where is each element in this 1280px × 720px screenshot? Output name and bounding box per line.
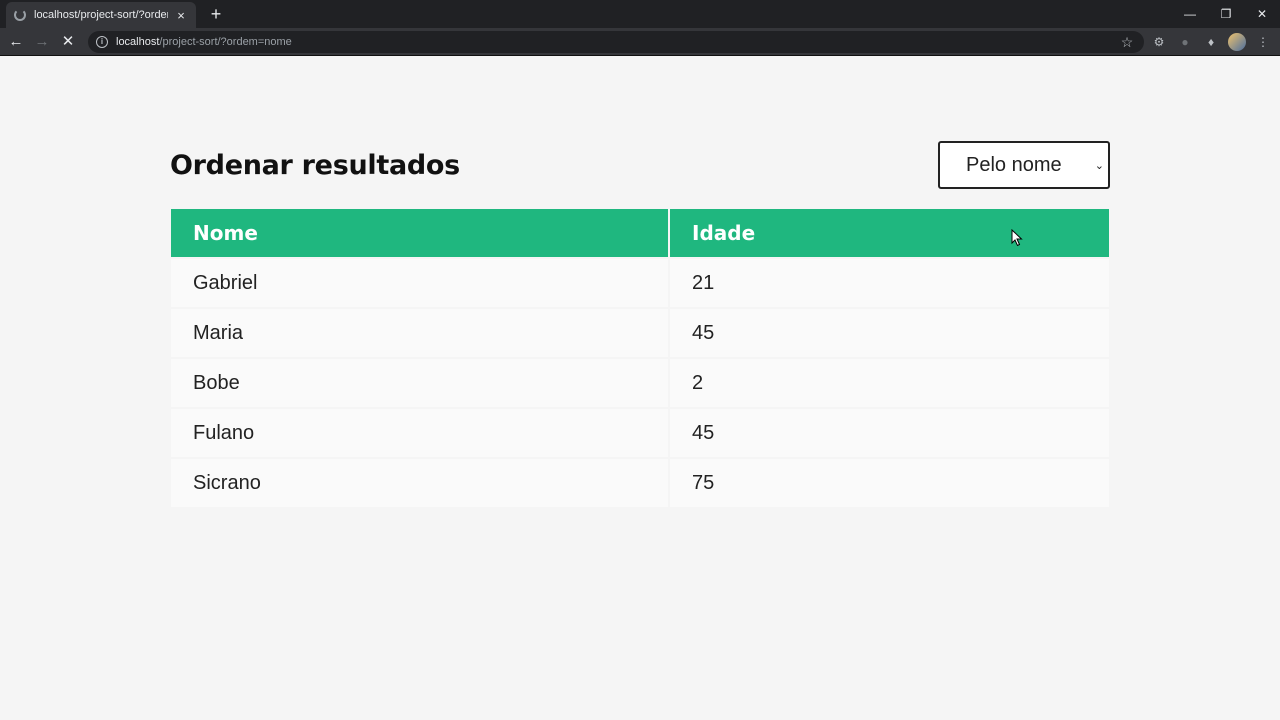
forward-arrow-icon[interactable]: → bbox=[32, 32, 52, 52]
table-row: Bobe 2 bbox=[171, 359, 1109, 407]
extensions-area: ⚙ ● ♦ ⋮ bbox=[1150, 32, 1272, 52]
cell-nome: Fulano bbox=[171, 409, 668, 457]
extension-icon[interactable]: ● bbox=[1176, 33, 1194, 51]
column-header-nome[interactable]: Nome bbox=[171, 209, 668, 257]
header-row: Ordenar resultados Pelo nome ⌄ bbox=[170, 141, 1110, 189]
table-row: Sicrano 75 bbox=[171, 459, 1109, 507]
star-icon[interactable]: ☆ bbox=[1118, 34, 1136, 51]
cell-nome: Sicrano bbox=[171, 459, 668, 507]
gear-icon[interactable]: ⚙ bbox=[1150, 33, 1168, 51]
stop-icon[interactable]: ✕ bbox=[58, 32, 78, 52]
table-row: Gabriel 21 bbox=[171, 259, 1109, 307]
chevron-down-icon: ⌄ bbox=[1094, 159, 1104, 172]
results-table: Nome Idade Gabriel 21 Maria 45 Bobe 2 Fu… bbox=[169, 207, 1111, 509]
browser-toolbar: ← → ✕ i localhost/project-sort/?ordem=no… bbox=[0, 28, 1280, 56]
table-row: Maria 45 bbox=[171, 309, 1109, 357]
window-controls: — ❐ ✕ bbox=[1172, 0, 1280, 28]
page-viewport: Ordenar resultados Pelo nome ⌄ Nome Idad… bbox=[0, 57, 1280, 720]
puzzle-icon[interactable]: ♦ bbox=[1202, 33, 1220, 51]
sort-select[interactable]: Pelo nome ⌄ bbox=[938, 141, 1110, 189]
menu-icon[interactable]: ⋮ bbox=[1254, 33, 1272, 51]
cell-idade: 45 bbox=[670, 409, 1109, 457]
mouse-cursor-icon bbox=[1011, 229, 1023, 247]
tab-title: localhost/project-sort/?ordem=n bbox=[34, 9, 168, 21]
content-container: Ordenar resultados Pelo nome ⌄ Nome Idad… bbox=[170, 141, 1110, 509]
page-title: Ordenar resultados bbox=[170, 149, 460, 181]
minimize-icon[interactable]: — bbox=[1172, 0, 1208, 28]
cell-idade: 21 bbox=[670, 259, 1109, 307]
cell-nome: Bobe bbox=[171, 359, 668, 407]
sort-select-value: Pelo nome bbox=[966, 153, 1062, 176]
browser-tab-bar: localhost/project-sort/?ordem=n × + — ❐ … bbox=[0, 0, 1280, 28]
avatar[interactable] bbox=[1228, 33, 1246, 51]
cell-idade: 45 bbox=[670, 309, 1109, 357]
column-header-idade[interactable]: Idade bbox=[670, 209, 1109, 257]
info-icon[interactable]: i bbox=[96, 36, 108, 48]
cell-idade: 2 bbox=[670, 359, 1109, 407]
loading-spinner-icon bbox=[14, 9, 26, 21]
browser-tab[interactable]: localhost/project-sort/?ordem=n × bbox=[6, 2, 196, 28]
back-arrow-icon[interactable]: ← bbox=[6, 32, 26, 52]
table-row: Fulano 45 bbox=[171, 409, 1109, 457]
new-tab-button[interactable]: + bbox=[206, 4, 226, 24]
table-header-row: Nome Idade bbox=[171, 209, 1109, 257]
cell-nome: Maria bbox=[171, 309, 668, 357]
cell-nome: Gabriel bbox=[171, 259, 668, 307]
window-close-icon[interactable]: ✕ bbox=[1244, 0, 1280, 28]
url-text[interactable]: localhost/project-sort/?ordem=nome bbox=[116, 36, 1118, 48]
address-bar[interactable]: i localhost/project-sort/?ordem=nome ☆ bbox=[88, 31, 1144, 53]
tab-close-icon[interactable]: × bbox=[174, 8, 188, 23]
restore-icon[interactable]: ❐ bbox=[1208, 0, 1244, 28]
cell-idade: 75 bbox=[670, 459, 1109, 507]
